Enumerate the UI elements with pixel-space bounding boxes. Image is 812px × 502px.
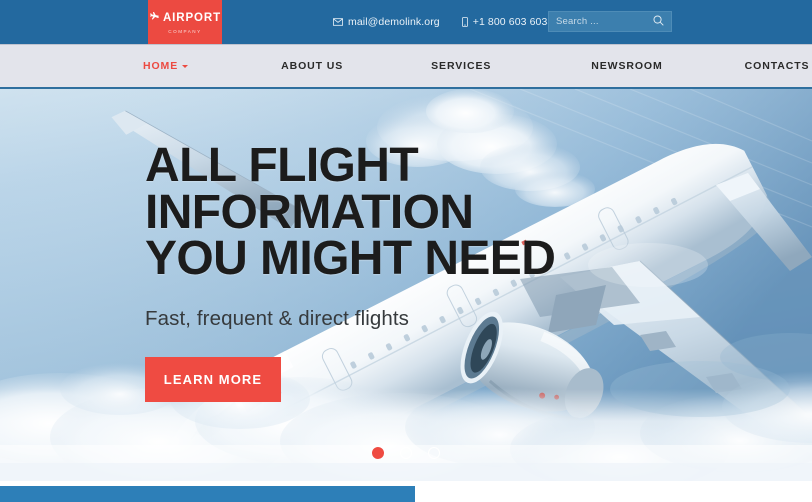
search-box[interactable]: [548, 11, 672, 32]
bottom-accent-bar: [0, 486, 415, 502]
chevron-down-icon: [182, 65, 189, 68]
learn-more-button[interactable]: LEARN MORE: [145, 356, 281, 402]
nav-item-services-label: SERVICES: [431, 60, 492, 72]
nav-item-contacts[interactable]: CONTACTS: [745, 60, 810, 72]
page-root: AIRPORT COMPANY mail@demolink.org +1 800…: [0, 0, 812, 502]
logo-row: AIRPORT: [149, 9, 221, 27]
logo-tagline: COMPANY: [168, 28, 202, 34]
nav-item-newsroom-label: NEWSROOM: [591, 60, 663, 72]
main-navigation: HOME ABOUT US SERVICES NEWSROOM CONTACTS: [0, 44, 812, 89]
hero-subtitle: Fast, frequent & direct flights: [145, 306, 410, 330]
carousel-dot-1[interactable]: [372, 447, 384, 459]
nav-item-services[interactable]: SERVICES: [431, 60, 491, 72]
nav-inner: HOME ABOUT US SERVICES NEWSROOM CONTACTS: [0, 45, 812, 87]
search-icon: [653, 14, 664, 29]
nav-item-home-label: HOME: [143, 60, 179, 72]
contact-email[interactable]: mail@demolink.org: [333, 16, 440, 28]
carousel-dot-3[interactable]: [428, 447, 440, 459]
nav-item-home[interactable]: HOME: [143, 60, 189, 72]
carousel-dot-2[interactable]: [400, 447, 412, 459]
nav-item-about-us-label: ABOUT US: [281, 60, 344, 72]
contact-phone[interactable]: +1 800 603 6035: [461, 16, 554, 28]
hero-title-line-2: YOU MIGHT NEED: [145, 232, 556, 286]
contact-info: mail@demolink.org +1 800 603 6035: [333, 0, 553, 44]
nav-item-contacts-label: CONTACTS: [744, 60, 810, 72]
hero-content: ALL FLIGHT INFORMATION YOU MIGHT NEED Fa…: [145, 89, 745, 402]
bottom-strip: [0, 481, 812, 502]
hero-slider: ALL FLIGHT INFORMATION YOU MIGHT NEED Fa…: [0, 89, 812, 481]
hero-title-line-1: ALL FLIGHT INFORMATION: [145, 139, 474, 239]
envelope-icon: [333, 18, 343, 26]
contact-email-text: mail@demolink.org: [348, 16, 440, 28]
search-input[interactable]: [556, 16, 653, 27]
site-logo[interactable]: AIRPORT COMPANY: [148, 0, 222, 44]
carousel-pagination: [0, 447, 812, 459]
contact-phone-text: +1 800 603 6035: [472, 16, 554, 28]
airplane-icon: [149, 9, 160, 27]
nav-item-about-us[interactable]: ABOUT US: [281, 60, 343, 72]
top-bar: AIRPORT COMPANY mail@demolink.org +1 800…: [0, 0, 812, 44]
search-submit-button[interactable]: [653, 14, 664, 29]
logo-name: AIRPORT: [162, 11, 222, 24]
hero-title: ALL FLIGHT INFORMATION YOU MIGHT NEED: [145, 142, 745, 286]
phone-icon: [461, 17, 468, 27]
nav-item-newsroom[interactable]: NEWSROOM: [591, 60, 662, 72]
